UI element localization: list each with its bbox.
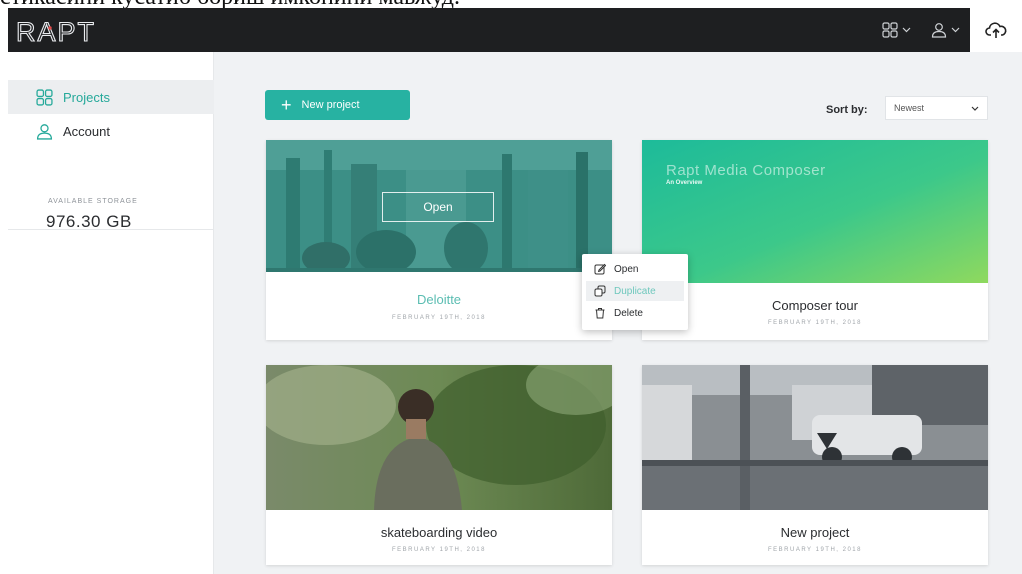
thumbnail-title: Rapt Media Composer: [666, 162, 826, 179]
card-open-overlay-button[interactable]: Open: [382, 192, 494, 222]
project-card-skateboarding-video[interactable]: skateboarding video FEBRUARY 19TH, 2018: [266, 365, 612, 565]
context-menu-label: Duplicate: [614, 285, 656, 297]
sidebar-item-account[interactable]: Account: [8, 114, 214, 148]
new-project-label: New project: [301, 99, 360, 111]
project-card-new-project[interactable]: New project FEBRUARY 19TH, 2018: [642, 365, 988, 565]
app-root: стикасини кусатиб бориш имконини мавжуд.…: [0, 0, 1022, 574]
thumbnail-subtitle: An Overview: [666, 180, 703, 186]
page-caption: стикасини кусатиб бориш имконини мавжуд.: [0, 0, 1022, 8]
project-date: FEBRUARY 19TH, 2018: [392, 315, 486, 321]
chevron-down-icon: [971, 106, 979, 111]
top-bar: RAPT: [8, 8, 970, 52]
sort-select-value: Newest: [894, 103, 925, 113]
project-date: FEBRUARY 19TH, 2018: [768, 547, 862, 553]
project-date: FEBRUARY 19TH, 2018: [768, 320, 862, 326]
project-card-composer-tour[interactable]: Rapt Media Composer An Overview Composer…: [642, 140, 988, 340]
storage-value: 976.30 GB: [46, 212, 132, 231]
context-menu-open[interactable]: Open: [586, 259, 684, 279]
sort-select[interactable]: Newest: [885, 96, 988, 120]
user-icon: [36, 123, 53, 140]
context-menu-duplicate[interactable]: Duplicate: [586, 281, 684, 301]
sidebar-item-label: Projects: [63, 89, 110, 105]
project-thumbnail: [642, 365, 988, 510]
apps-menu-button[interactable]: [882, 22, 911, 38]
context-menu-label: Delete: [614, 307, 643, 319]
svg-text:RAPT: RAPT: [16, 17, 96, 46]
duplicate-icon: [594, 285, 606, 297]
grid-icon: [882, 22, 898, 38]
rapt-logo[interactable]: RAPT: [16, 16, 126, 46]
cloud-upload-icon: [985, 22, 1007, 38]
chevron-down-icon: [951, 27, 960, 33]
top-bar-actions: [882, 8, 960, 52]
user-menu-button[interactable]: [931, 22, 960, 38]
project-date: FEBRUARY 19TH, 2018: [392, 547, 486, 553]
context-menu-label: Open: [614, 263, 639, 275]
sidebar: Projects Account AVAILABLE STORAGE 976.3…: [8, 52, 214, 574]
project-context-menu: Open Duplicate Delete: [582, 254, 688, 330]
sidebar-item-label: Account: [63, 123, 110, 139]
sidebar-nav: Projects Account: [8, 80, 214, 230]
storage-label: AVAILABLE STORAGE: [48, 198, 138, 205]
plus-icon: +: [281, 95, 292, 115]
chevron-down-icon: [902, 27, 911, 33]
project-thumbnail: [266, 365, 612, 510]
project-card-deloitte[interactable]: Open Deloitte FEBRUARY 19TH, 2018: [266, 140, 612, 340]
project-title[interactable]: skateboarding video: [266, 525, 612, 540]
grid-icon: [36, 88, 53, 106]
edit-icon: [594, 263, 606, 275]
context-menu-delete[interactable]: Delete: [586, 303, 684, 323]
project-title[interactable]: Composer tour: [642, 298, 988, 313]
sort-label: Sort by:: [826, 104, 868, 116]
trash-icon: [595, 308, 605, 319]
user-icon: [931, 23, 947, 38]
new-project-button[interactable]: + New project: [265, 90, 410, 120]
project-title[interactable]: Deloitte: [266, 292, 612, 307]
sidebar-item-projects[interactable]: Projects: [8, 80, 214, 114]
cloud-upload-button[interactable]: [970, 8, 1022, 52]
project-title[interactable]: New project: [642, 525, 988, 540]
